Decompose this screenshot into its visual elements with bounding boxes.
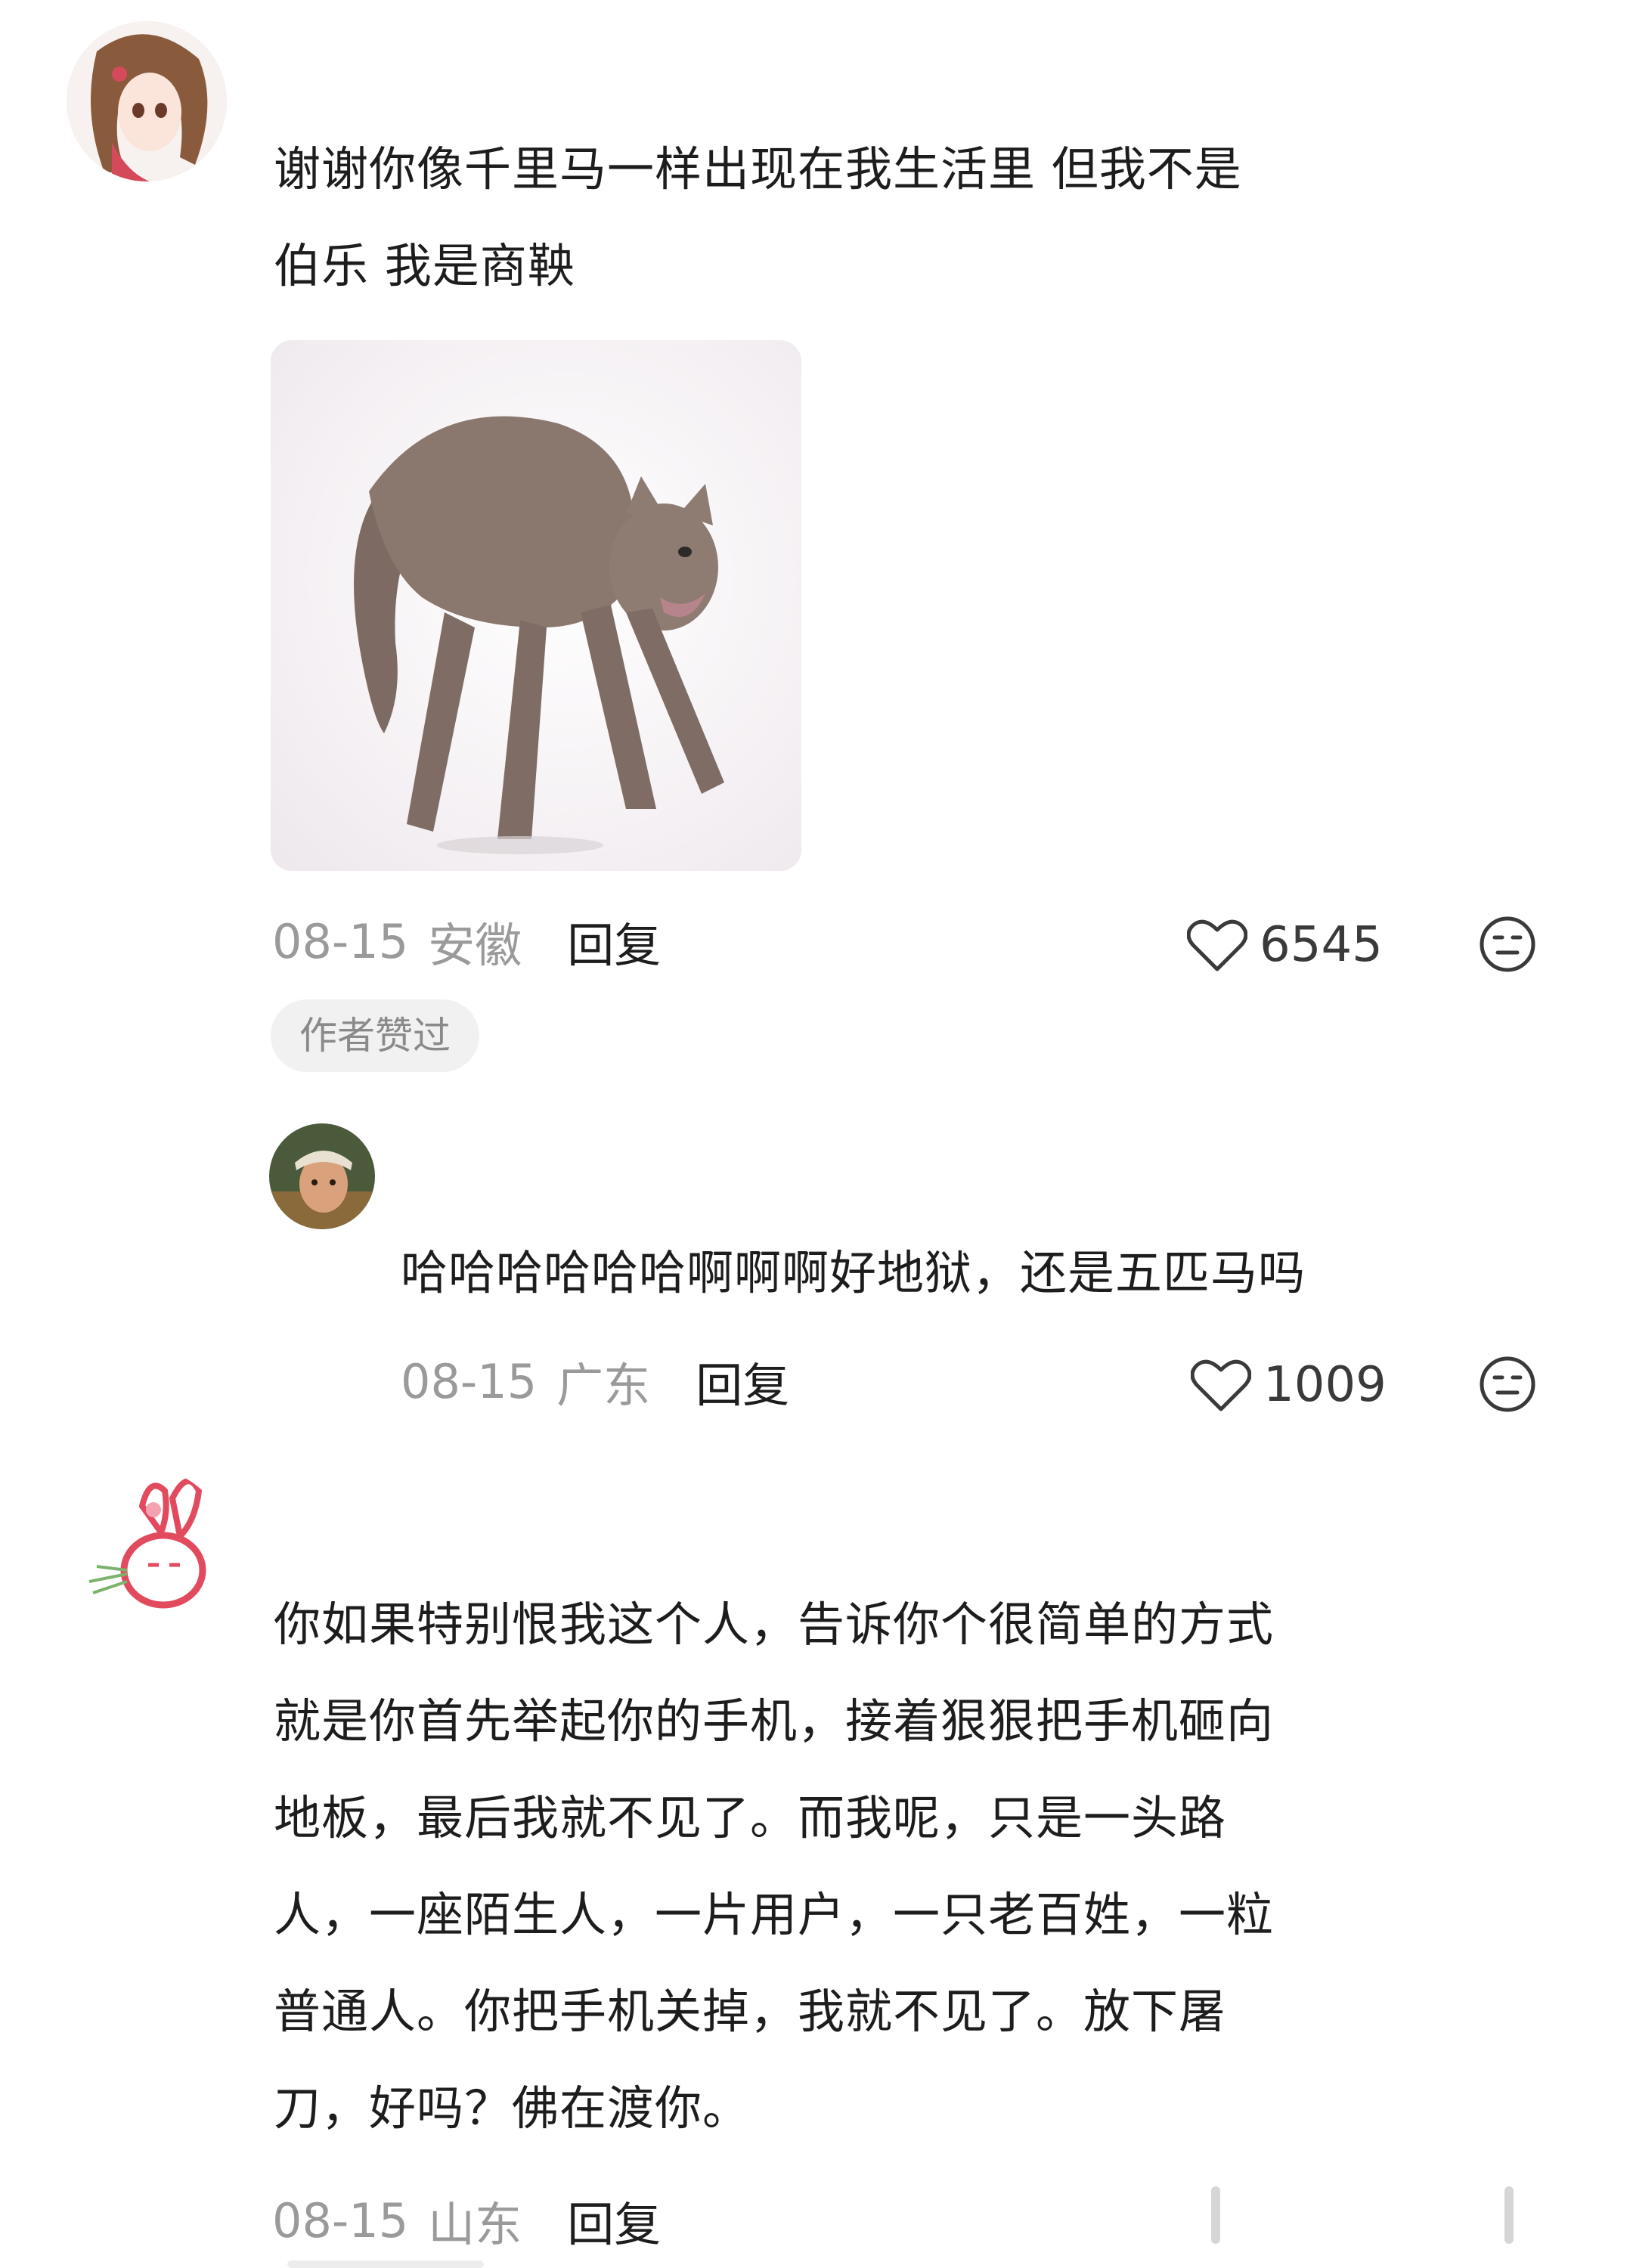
comment-image[interactable] [271,340,801,871]
comment-text: 你如果特别恨我这个人，告诉你个很简单的方式 就是你首先举起你的手机，接着狠狠把手… [274,1576,1619,2157]
heart-icon [1187,919,1247,971]
comment-text: 谢谢你像千里马一样出现在我生活里 但我不是 伯乐 我是商鞅 [274,121,1604,314]
cutoff-icons [1202,2177,1535,2253]
like-count: 6545 [1260,917,1383,973]
comment-text-line: 刀，好吗？佛在渡你。 [274,2081,751,2136]
avatar[interactable] [67,21,227,181]
reply-text: 哈哈哈哈哈哈啊啊啊好地狱，还是五匹马吗 [401,1245,1306,1300]
neutral-face-icon [1480,1356,1535,1412]
comment-date: 08-15 [272,2192,409,2248]
comment-text-line: 谢谢你像千里马一样出现在我生活里 但我不是 [274,141,1242,197]
reply-meta: 08-15 广东 回复 [401,1347,789,1415]
neutral-face-icon [1480,916,1535,972]
reply-location: 广东 [556,1358,651,1413]
comment-location: 安徽 [428,918,522,973]
comment-text-line: 人，一座陌生人，一片用户，一只老百姓，一粒 [274,1887,1275,1942]
person-avatar-icon [269,1123,375,1229]
scared-cat-image-icon [354,416,724,854]
reply-button[interactable]: 回复 [567,907,661,975]
comment-text-line: 地板，最后我就不见了。而我呢，只是一头路 [274,1790,1227,1845]
face-reaction-button[interactable] [1478,915,1537,974]
reply-button[interactable]: 回复 [696,1347,789,1415]
face-reaction-button[interactable] [1478,1355,1537,1414]
bottom-divider [287,2260,484,2268]
comment-text-line: 伯乐 我是商鞅 [274,238,575,293]
placeholder-bar [1211,2186,1220,2244]
comment-text-line: 普通人。你把手机关掉，我就不见了。放下屠 [274,1984,1227,2039]
placeholder-bar [1504,2186,1514,2244]
comment-text-line: 就是你首先举起你的手机，接着狠狠把手机砸向 [274,1693,1275,1749]
avatar[interactable] [67,1468,227,1628]
reply-date: 08-15 [401,1353,538,1409]
like-count: 1009 [1263,1357,1387,1413]
comment-text-line: 你如果特别恨我这个人，告诉你个很简单的方式 [274,1597,1275,1652]
comment-meta: 08-15 山东 回复 [272,2186,661,2254]
rabbit-avatar-icon [67,1468,227,1628]
avatar[interactable] [269,1123,375,1229]
like-button[interactable]: 6545 [1187,911,1383,979]
like-button[interactable]: 1009 [1191,1351,1387,1419]
anime-girl-avatar-icon [67,21,227,181]
reply-button[interactable]: 回复 [567,2186,661,2254]
comment-meta: 08-15 安徽 回复 [272,907,661,975]
author-liked-badge: 作者赞过 [271,999,479,1072]
heart-icon [1191,1359,1251,1411]
comment-date: 08-15 [272,913,409,969]
comment-location: 山东 [428,2197,522,2252]
